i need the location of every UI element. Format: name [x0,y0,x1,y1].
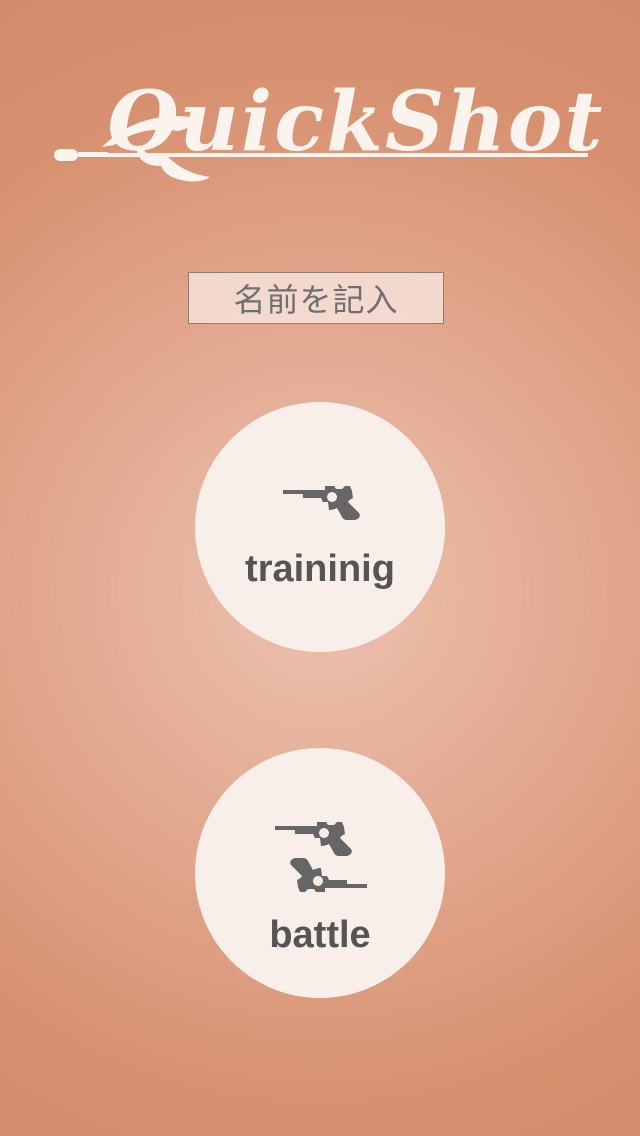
name-entry-button[interactable]: 名前を記入 [188,272,444,324]
revolver-icon [275,822,352,856]
revolver-icon [283,486,360,520]
battle-label: battle [269,914,371,956]
training-label: traininig [245,548,395,590]
app-logo: QuickShot [48,74,602,192]
training-mode-button[interactable]: traininig [195,402,445,652]
battle-mode-button[interactable]: battle [195,748,445,998]
revolver-icon [290,858,367,892]
app-title: QuickShot [106,74,605,170]
